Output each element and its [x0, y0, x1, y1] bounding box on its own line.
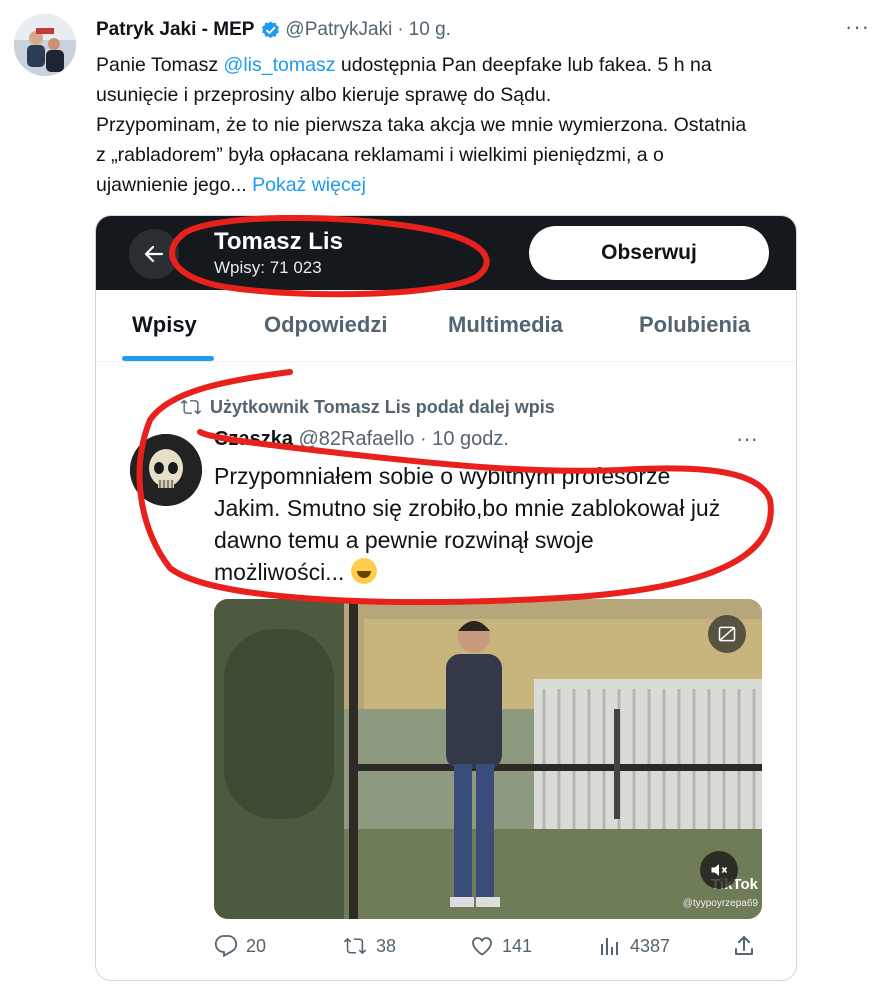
- reply-icon: [214, 935, 238, 958]
- repost-button[interactable]: 38: [342, 934, 396, 958]
- grinning-sweat-emoji-icon: [350, 558, 377, 584]
- tweet-text-segment: ujawnienie jego...: [96, 174, 253, 196]
- show-more-link[interactable]: Pokaż więcej: [252, 174, 366, 196]
- reply-count: 20: [246, 935, 267, 956]
- profile-name: Tomasz Lis: [214, 228, 343, 255]
- author-avatar[interactable]: [14, 14, 76, 76]
- author-name[interactable]: Patryk Jaki - MEP: [96, 19, 254, 41]
- tab-media[interactable]: Multimedia: [448, 312, 563, 338]
- more-options-button[interactable]: ···: [845, 14, 870, 40]
- inner-post-time[interactable]: 10 godz.: [432, 428, 509, 450]
- post-header: Patryk Jaki - MEP @PatrykJaki · 10 g.: [96, 16, 451, 44]
- repost-icon: [180, 399, 202, 415]
- video-frame: [214, 599, 762, 919]
- post-time[interactable]: 10 g.: [409, 19, 451, 41]
- views-count: 4387: [630, 935, 671, 956]
- repost-context: Użytkownik Tomasz Lis podał dalej wpis: [180, 396, 555, 418]
- views-button[interactable]: 4387: [598, 934, 670, 958]
- repost-count: 38: [376, 935, 397, 956]
- inner-more-button[interactable]: ···: [736, 426, 758, 452]
- profile-post-count: Wpisy: 71 023: [214, 258, 322, 277]
- like-button[interactable]: 141: [470, 934, 532, 958]
- verified-badge-icon: [260, 20, 281, 41]
- tweet-text-line: Przypominam, że to nie pierwsza taka akc…: [96, 114, 747, 136]
- back-button[interactable]: [129, 229, 179, 279]
- inner-text-line: możliwości...: [214, 559, 345, 585]
- tweet-body: Panie Tomasz @lis_tomasz udostępnia Pan …: [96, 50, 866, 200]
- inner-post-header: Czaszka @82Rafaello · 10 godz.: [214, 428, 509, 451]
- video-player[interactable]: TikTok @tyypoyrzepa69: [214, 599, 762, 919]
- like-icon: [472, 937, 492, 956]
- mention-link[interactable]: @lis_tomasz: [224, 54, 336, 76]
- inner-avatar[interactable]: [130, 434, 202, 506]
- mute-icon: [711, 864, 728, 876]
- share-button[interactable]: [732, 934, 756, 958]
- profile-tabs: Wpisy Odpowiedzi Multimedia Polubienia: [96, 290, 796, 362]
- mute-button[interactable]: [700, 851, 738, 889]
- separator-dot: ·: [397, 19, 404, 40]
- inner-author-handle[interactable]: @82Rafaello: [299, 428, 415, 450]
- follow-button[interactable]: Obserwuj: [529, 226, 769, 280]
- tweet-text-segment: udostępnia Pan deepfake lub fakea. 5 h n…: [335, 54, 712, 76]
- reply-button[interactable]: 20: [214, 934, 266, 958]
- repost-label[interactable]: Użytkownik Tomasz Lis podał dalej wpis: [210, 397, 555, 418]
- inner-post-text: Przypomniałem sobie o wybitnym profesorz…: [214, 460, 720, 588]
- sensitive-media-icon[interactable]: [708, 615, 746, 653]
- tiktok-watermark-handle: @tyypoyrzepa69: [682, 898, 758, 909]
- active-tab-indicator: [122, 356, 214, 361]
- inner-separator-dot: ·: [420, 428, 427, 450]
- inner-text-line: dawno temu a pewnie rozwinął swoje: [214, 527, 594, 553]
- tab-posts[interactable]: Wpisy: [132, 312, 197, 338]
- tab-likes[interactable]: Polubienia: [639, 312, 750, 338]
- inner-author-name[interactable]: Czaszka: [214, 428, 293, 450]
- repost-icon: [343, 937, 367, 955]
- tweet-text-segment: Panie Tomasz: [96, 54, 224, 76]
- profile-header-bar: Tomasz Lis Wpisy: 71 023 Obserwuj: [96, 216, 796, 290]
- views-icon: [601, 938, 618, 955]
- inner-text-line: Przypomniałem sobie o wybitnym profesorz…: [214, 463, 671, 489]
- inner-text-line: Jakim. Smutno się zrobiło,bo mnie zablok…: [214, 495, 721, 521]
- action-bar: 20 38 141 4387: [214, 934, 774, 964]
- embedded-screenshot[interactable]: Tomasz Lis Wpisy: 71 023 Obserwuj Wpisy …: [95, 215, 797, 981]
- tab-replies[interactable]: Odpowiedzi: [264, 312, 387, 338]
- tweet-text-line: z „rabladorem” była opłacana reklamami i…: [96, 144, 664, 166]
- tweet-text-line: usunięcie i przeprosiny albo kieruje spr…: [96, 84, 552, 106]
- back-arrow-icon: [144, 245, 164, 263]
- like-count: 141: [502, 935, 533, 956]
- share-icon: [735, 936, 753, 955]
- author-handle[interactable]: @PatrykJaki: [285, 19, 392, 41]
